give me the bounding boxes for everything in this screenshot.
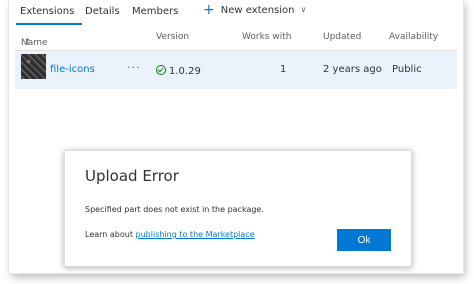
learn-prefix: Learn about bbox=[85, 230, 136, 239]
tab-members[interactable]: Members bbox=[132, 6, 178, 17]
sort-ascending-icon: ↑ bbox=[24, 38, 32, 48]
tab-bar: Extensions Details Members + New extensio… bbox=[9, 0, 463, 26]
marketplace-window: Extensions Details Members + New extensio… bbox=[9, 0, 463, 273]
ok-button[interactable]: Ok bbox=[337, 229, 391, 251]
extension-name-link[interactable]: file-icons bbox=[50, 64, 95, 75]
new-extension-label: New extension bbox=[220, 5, 295, 16]
check-circle-icon bbox=[156, 65, 166, 75]
column-header-updated[interactable]: Updated bbox=[323, 32, 361, 42]
upload-error-dialog: Upload Error Specified part does not exi… bbox=[64, 150, 412, 267]
works-with-cell: 1 bbox=[280, 64, 287, 75]
dialog-message: Specified part does not exist in the pac… bbox=[85, 205, 264, 214]
plus-icon: + bbox=[203, 2, 215, 18]
column-header-version[interactable]: Version bbox=[156, 32, 189, 42]
publishing-guide-link[interactable]: publishing to the Marketplace bbox=[136, 230, 255, 239]
version-value: 1.0.29 bbox=[169, 66, 201, 77]
tab-details[interactable]: Details bbox=[85, 6, 120, 17]
extension-thumbnail bbox=[21, 54, 46, 79]
table-row[interactable]: file-icons ··· 1.0.29 1 2 years ago Publ… bbox=[15, 51, 457, 89]
table-header: Name ↑ Version Works with Updated Availab… bbox=[9, 26, 463, 48]
version-cell: 1.0.29 bbox=[156, 64, 201, 77]
new-extension-button[interactable]: + New extension ∨ bbox=[203, 2, 307, 18]
column-header-works-with[interactable]: Works with bbox=[242, 32, 291, 42]
tab-extensions[interactable]: Extensions bbox=[20, 6, 74, 17]
updated-cell: 2 years ago bbox=[323, 64, 382, 75]
learn-more-text: Learn about publishing to the Marketplac… bbox=[85, 230, 255, 239]
chevron-down-icon: ∨ bbox=[300, 5, 307, 14]
active-tab-indicator bbox=[16, 23, 82, 25]
availability-cell: Public bbox=[392, 64, 422, 75]
column-header-availability[interactable]: Availability bbox=[389, 32, 438, 42]
more-options-icon[interactable]: ··· bbox=[127, 61, 141, 74]
dialog-title: Upload Error bbox=[85, 167, 179, 185]
